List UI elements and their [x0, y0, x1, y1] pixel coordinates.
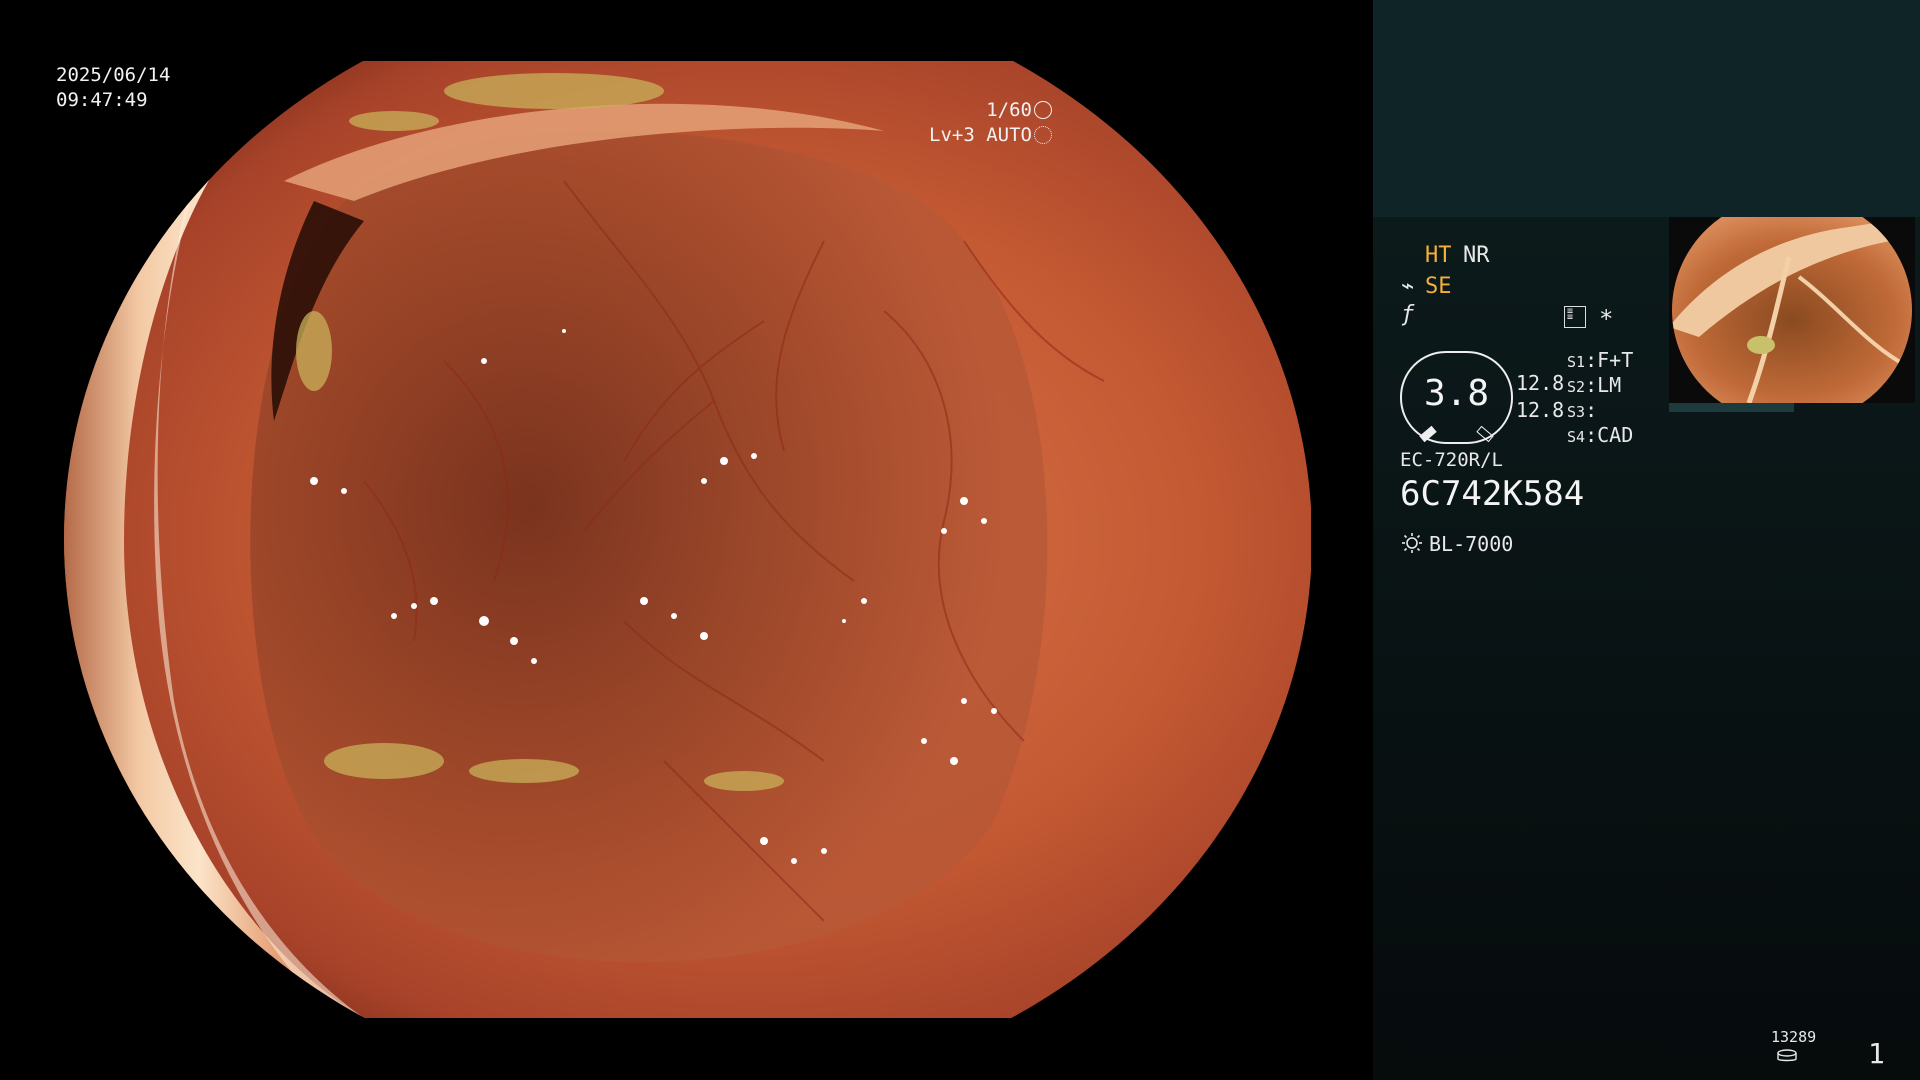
slot-value: LM [1597, 373, 1622, 397]
page-number: 1 [1868, 1037, 1885, 1070]
colon-image [64, 61, 1311, 1018]
datetime-overlay: 2025/06/14 09:47:49 [56, 63, 170, 113]
time-text: 09:47:49 [56, 89, 148, 111]
star-icon: * [1599, 305, 1614, 333]
nr-indicator: NR [1463, 243, 1490, 268]
slot-s1: S1:F+T [1567, 348, 1634, 372]
ht-indicator: HT [1425, 243, 1452, 268]
slot-s2: S2:LM [1567, 373, 1622, 397]
panel-header-area [1373, 0, 1920, 217]
shutter-speed: 1/60 [986, 99, 1032, 121]
capture-thumbnail[interactable] [1669, 217, 1915, 403]
shutter-icon [1034, 101, 1052, 119]
zoom-mark-filled [1419, 425, 1437, 443]
auto-iris-icon [1034, 126, 1052, 144]
exposure-overlay: 1/60 Lv+3 AUTO [929, 98, 1052, 148]
thumbnail-bar [1669, 403, 1794, 412]
slot-value: CAD [1597, 423, 1634, 447]
slot-key: S4 [1567, 428, 1586, 446]
readout-value-1: 12.8 [1516, 371, 1565, 395]
endoscope-video: 2025/06/14 09:47:49 1/60 Lv+3 AUTO [0, 0, 1372, 1080]
se-scope-icon: ⌁ [1401, 274, 1415, 299]
light-source-model: BL-7000 [1429, 532, 1514, 556]
slot-key: S3 [1567, 403, 1586, 421]
zoom-value: 3.8 [1423, 373, 1490, 414]
image-counter: 13289 [1771, 1028, 1817, 1046]
scope-model: EC-720R/L [1400, 449, 1503, 471]
readout-value-2: 12.8 [1516, 398, 1565, 422]
info-panel: HT NR ⌁ SE ƒ ≡ ≡ * 3.8 12.8 12.8 S1:F+T S… [1373, 0, 1920, 1080]
slot-s4: S4:CAD [1567, 423, 1634, 447]
menu-icon: ≡ ≡ [1564, 306, 1586, 328]
zoom-badge: 3.8 [1400, 351, 1513, 444]
slot-key: S2 [1567, 378, 1586, 396]
slot-value: F+T [1597, 348, 1634, 372]
se-indicator: SE [1425, 274, 1452, 299]
light-bulb-icon [1402, 533, 1422, 553]
scope-serial: 6C742K584 [1400, 474, 1585, 514]
slot-key: S1 [1567, 353, 1586, 371]
slot-s3: S3: [1567, 398, 1598, 422]
level-mode: Lv+3 AUTO [929, 124, 1032, 146]
date-text: 2025/06/14 [56, 64, 171, 86]
f-icon: ƒ [1401, 302, 1415, 327]
disk-icon [1777, 1049, 1797, 1062]
